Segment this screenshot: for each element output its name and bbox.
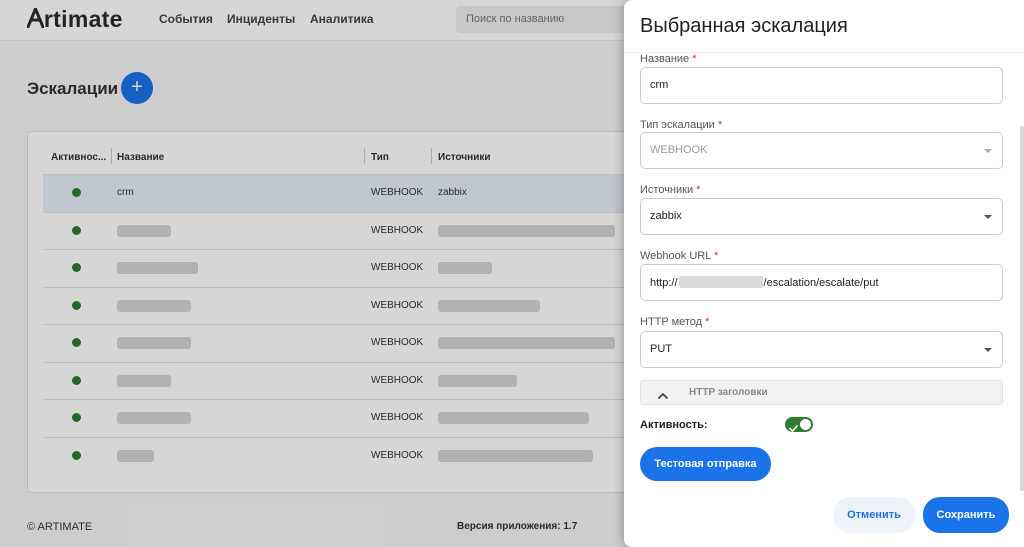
webhook-url-suffix: /escalation/escalate/put bbox=[763, 277, 879, 289]
dialog-title: Выбранная эскалация bbox=[640, 15, 848, 37]
redacted-host bbox=[678, 276, 763, 288]
active-label: Активность: bbox=[640, 419, 708, 431]
webhook-url-prefix: http:// bbox=[650, 277, 678, 289]
name-label: Название * bbox=[640, 53, 697, 65]
sources-select[interactable]: zabbix bbox=[640, 198, 1003, 235]
type-select: WEBHOOK bbox=[640, 132, 1003, 169]
required-mark: * bbox=[717, 119, 723, 131]
http-method-label: HTTP метод * bbox=[640, 316, 709, 328]
toggle-knob bbox=[800, 419, 811, 430]
required-mark: * bbox=[696, 184, 701, 196]
chevron-down-icon[interactable] bbox=[984, 215, 992, 219]
required-mark: * bbox=[714, 250, 719, 262]
required-mark: * bbox=[692, 53, 697, 65]
type-label-text: Тип эскалации bbox=[640, 119, 715, 131]
test-send-button[interactable]: Тестовая отправка bbox=[640, 447, 771, 481]
sources-label-text: Источники bbox=[640, 184, 694, 196]
required-mark: * bbox=[705, 316, 710, 328]
type-label: Тип эскалации * bbox=[640, 119, 722, 131]
webhook-url-label-text: Webhook URL bbox=[640, 250, 711, 262]
sources-select-value: zabbix bbox=[650, 210, 682, 222]
chevron-up-icon[interactable] bbox=[658, 387, 668, 405]
webhook-url-input[interactable]: http:// /escalation/escalate/put bbox=[640, 264, 1003, 301]
sources-label: Источники * bbox=[640, 184, 700, 196]
name-input[interactable]: crm bbox=[640, 67, 1003, 104]
http-method-label-text: HTTP метод bbox=[640, 316, 703, 328]
type-select-value: WEBHOOK bbox=[650, 144, 708, 156]
http-method-value: PUT bbox=[650, 343, 672, 355]
name-label-text: Название bbox=[640, 53, 690, 65]
http-method-select[interactable]: PUT bbox=[640, 331, 1003, 368]
dialog-scrollbar[interactable] bbox=[1020, 126, 1024, 491]
active-toggle[interactable] bbox=[785, 417, 813, 432]
chevron-down-icon bbox=[984, 149, 992, 153]
check-icon bbox=[789, 420, 798, 438]
webhook-url-label: Webhook URL * bbox=[640, 250, 718, 262]
chevron-down-icon[interactable] bbox=[984, 348, 992, 352]
save-button[interactable]: Сохранить bbox=[923, 497, 1009, 533]
cancel-button[interactable]: Отменить bbox=[833, 497, 915, 533]
http-headers-accordion[interactable]: HTTP заголовки bbox=[640, 380, 1003, 405]
http-headers-label: HTTP заголовки bbox=[689, 387, 768, 398]
